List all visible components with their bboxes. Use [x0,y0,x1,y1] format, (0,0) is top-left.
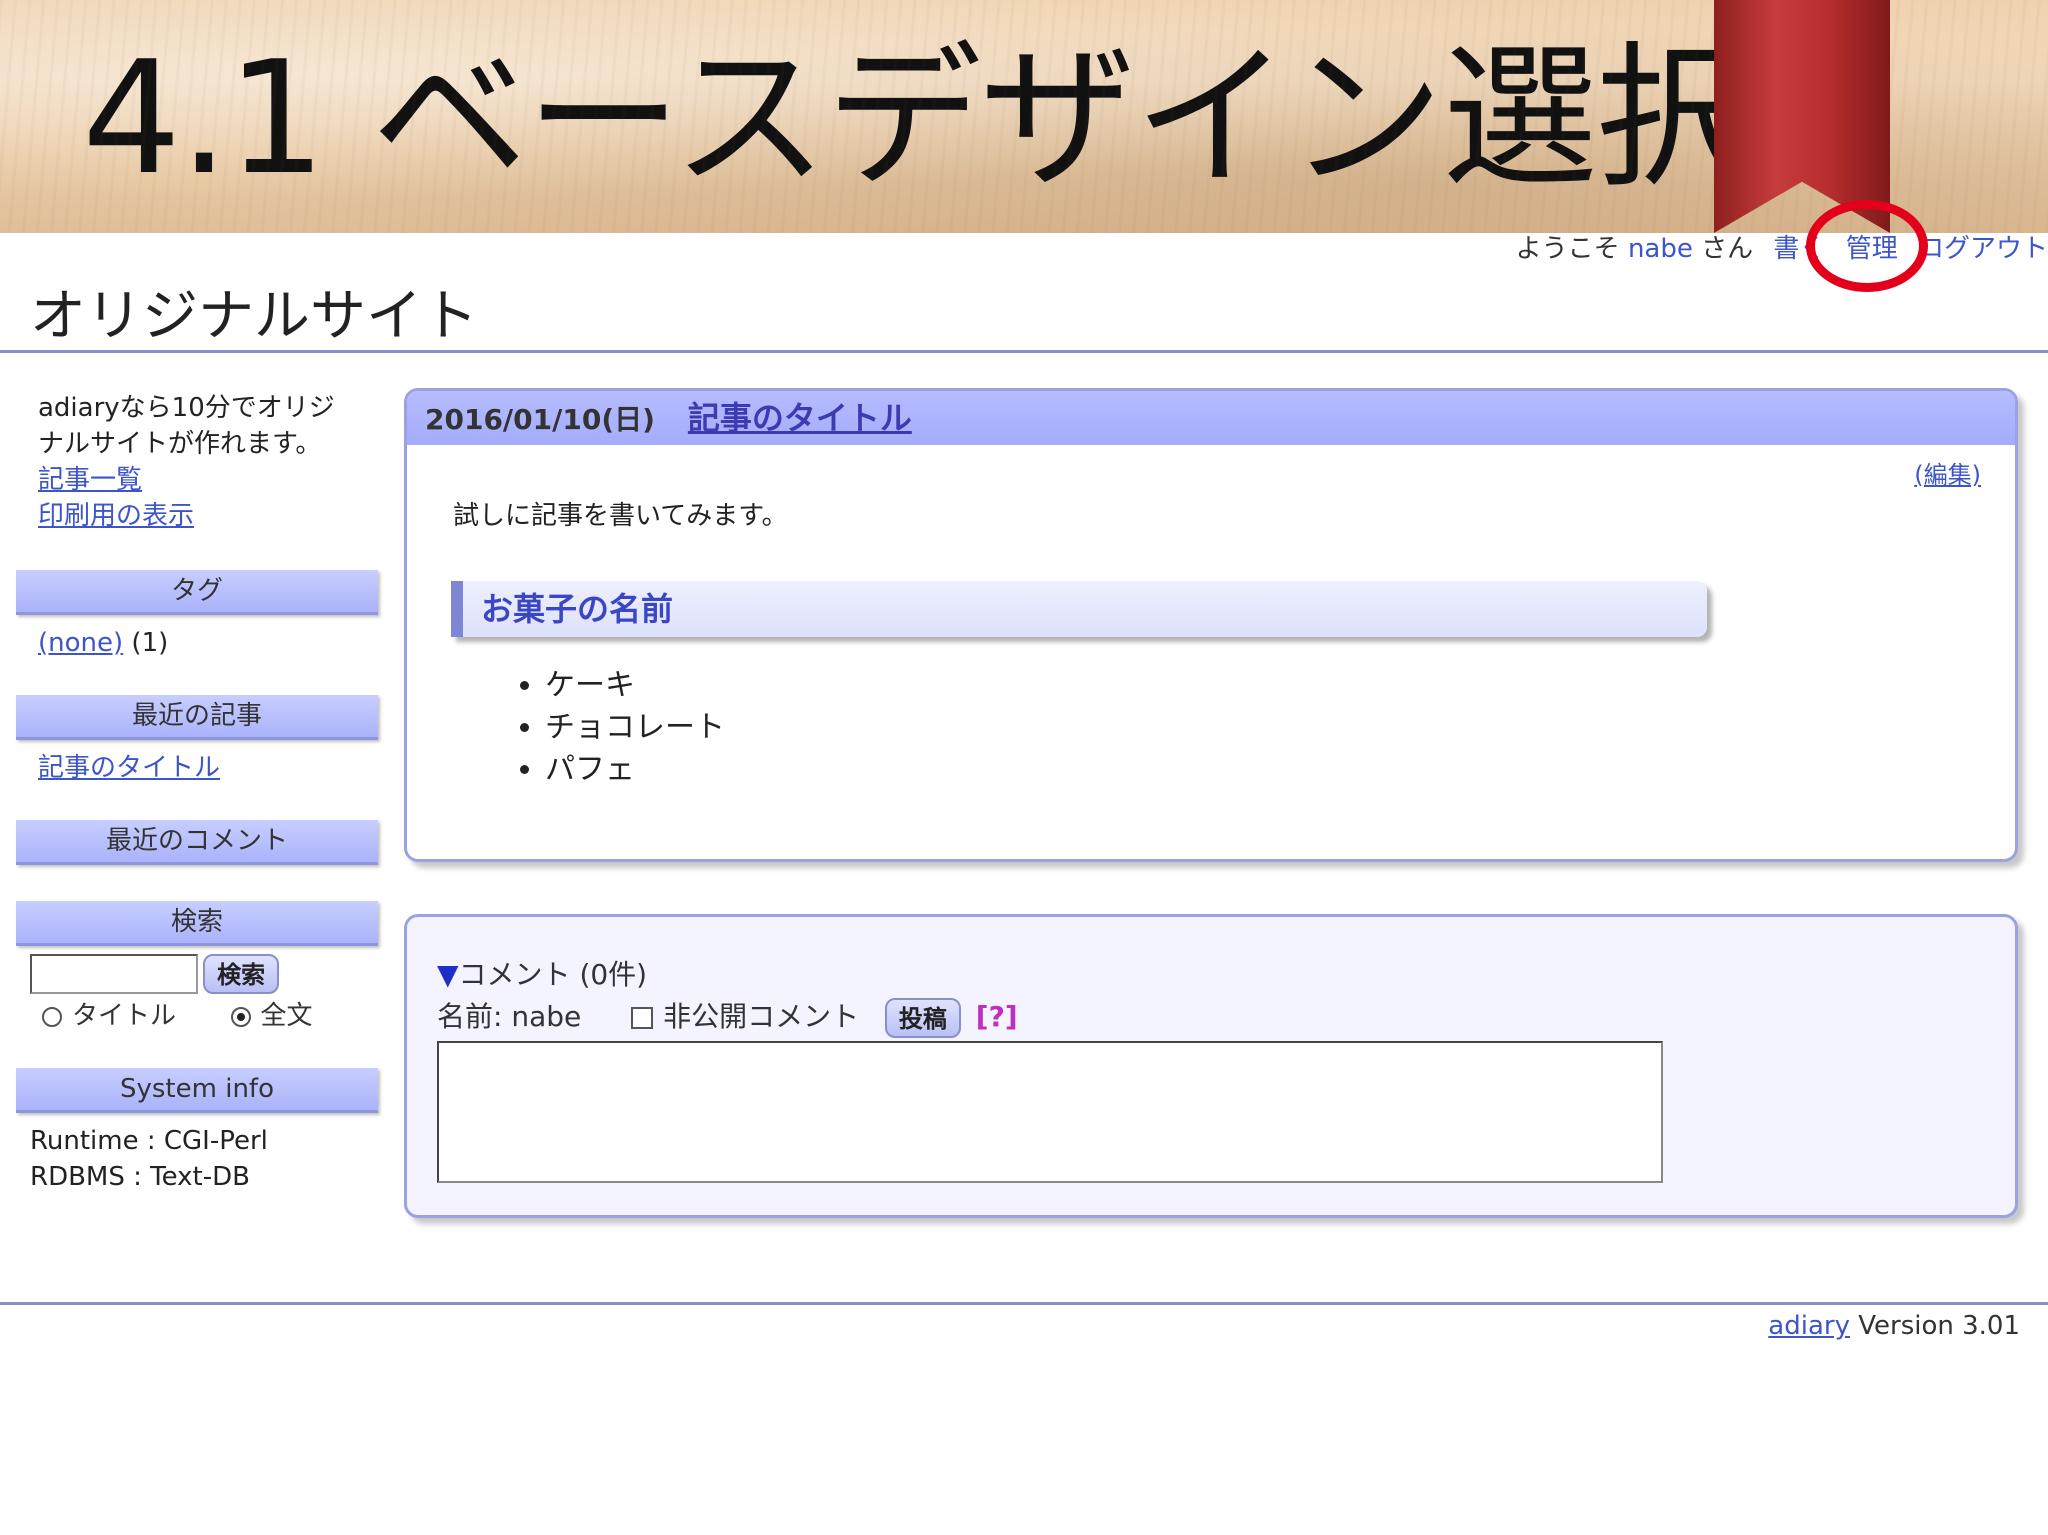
honorific-text: さん [1701,234,1754,264]
article-title-link[interactable]: 記事のタイトル [688,399,912,437]
comments-heading[interactable]: ▼コメント (0件) [437,953,647,993]
version-text: Version 3.01 [1858,1311,2020,1341]
logout-link[interactable]: ログアウト [1918,234,2048,264]
article-header: 2016/01/10(日) 記事のタイトル [407,391,2015,445]
footer-divider [0,1302,2048,1305]
user-bar: ようこそ nabe さん 書く 管理 ログアウト [1516,232,2048,266]
rdbms-info: RDBMS : Text-DB [30,1162,250,1192]
comments-panel: ▼コメント (0件) 名前: nabe 非公開コメント 投稿 [?] [404,914,2018,1218]
private-checkbox[interactable] [631,1007,654,1029]
tags-heading: タグ [16,570,378,615]
tag-none-link[interactable]: (none) [38,628,123,658]
section-heading: お菓子の名前 [451,581,1707,637]
welcome-text: ようこそ [1515,234,1620,264]
recent-articles-module: 最近の記事 記事のタイトル [16,695,378,786]
radio-fulltext[interactable] [230,1006,251,1027]
bookmark-ribbon-icon [1714,0,1890,233]
private-label: 非公開コメント [663,1000,860,1033]
search-button[interactable]: 検索 [203,954,280,994]
article-list-link[interactable]: 記事一覧 [38,462,358,498]
tags-body: (none) (1) [16,615,378,661]
slide-title-banner: 4.1 ベースデザイン選択 [0,0,2048,233]
slide-title: 4.1 ベースデザイン選択 [82,27,1752,209]
comment-form-row: 名前: nabe 非公開コメント 投稿 [?] [437,995,1018,1038]
help-link[interactable]: [?] [976,1000,1018,1033]
recent-comments-module: 最近のコメント [16,820,378,865]
article-body-text: 試しに記事を書いてみます。 [453,501,788,531]
print-view-link[interactable]: 印刷用の表示 [38,498,358,534]
tags-module: タグ (none) (1) [16,570,378,661]
search-heading: 検索 [16,901,378,946]
list-item: ケーキ [545,665,725,707]
sweets-list: ケーキ チョコレート パフェ [505,665,725,791]
site-intro: adiaryなら10分でオリジナルサイトが作れます。 記事一覧 印刷用の表示 [16,390,358,534]
search-body: 検索 タイトル 全文 [16,946,378,1038]
post-button[interactable]: 投稿 [884,998,961,1038]
recent-articles-body: 記事のタイトル [16,740,378,786]
header-divider [0,350,2048,353]
search-options: タイトル 全文 [30,994,378,1038]
user-name: nabe [1627,234,1693,264]
recent-article-link[interactable]: 記事のタイトル [38,753,220,783]
article-date: 2016/01/10(日) [425,403,655,436]
site-title: オリジナルサイト [30,284,478,349]
search-input[interactable] [30,954,198,994]
admin-highlight-circle [1806,200,1928,292]
radio-title-label: タイトル [72,1001,177,1031]
recent-comments-heading: 最近のコメント [16,820,378,865]
adiary-link[interactable]: adiary [1768,1311,1850,1341]
article-panel: 2016/01/10(日) 記事のタイトル (編集) 試しに記事を書いてみます。… [404,388,2018,862]
sysinfo-module: System info Runtime : CGI-Perl RDBMS : T… [16,1068,378,1195]
search-module: 検索 検索 タイトル 全文 [16,901,378,1038]
radio-title[interactable] [42,1006,62,1027]
list-item: パフェ [545,749,725,791]
edit-link[interactable]: (編集) [1914,455,1981,490]
expand-triangle-icon: ▼ [437,958,459,991]
intro-text: adiaryなら10分でオリジナルサイトが作れます。 [38,393,335,459]
footer: adiary Version 3.01 [1768,1308,2020,1344]
comment-name-label: 名前: nabe [437,1000,582,1033]
comments-title: コメント (0件) [458,958,648,991]
recent-articles-heading: 最近の記事 [16,695,378,740]
tag-count: (1) [131,628,169,658]
sidebar: adiaryなら10分でオリジナルサイトが作れます。 記事一覧 印刷用の表示 タ… [16,390,378,1195]
runtime-info: Runtime : CGI-Perl [30,1126,268,1156]
list-item: チョコレート [545,707,725,749]
sysinfo-body: Runtime : CGI-Perl RDBMS : Text-DB [16,1113,378,1195]
sysinfo-heading: System info [16,1068,378,1113]
comment-textarea[interactable] [437,1041,1663,1183]
radio-fulltext-label: 全文 [260,1001,313,1031]
